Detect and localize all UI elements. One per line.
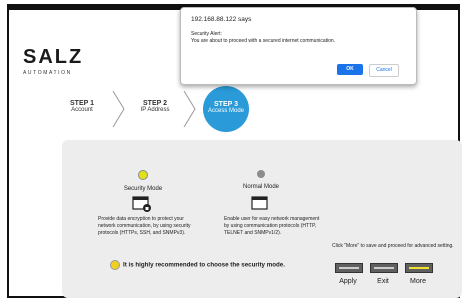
salz-logo: SALZ AUTOMATION (23, 47, 83, 76)
brand-tagline: AUTOMATION (23, 70, 72, 76)
step-3-active[interactable]: STEP 3 Access Mode (203, 86, 249, 132)
step-3-label: Access Mode (207, 108, 244, 114)
alert-origin: 192.168.88.122 says (191, 16, 252, 23)
more-hint: Click "More" to save and proceed for adv… (332, 243, 454, 249)
alert-title: Security Alert: (191, 31, 222, 37)
normal-mode-label: Normal Mode (242, 184, 279, 190)
window-icon (251, 196, 268, 210)
apply-button-indicator (339, 267, 359, 269)
exit-label[interactable]: Exit (363, 278, 403, 285)
normal-mode-radio[interactable] (257, 170, 265, 178)
security-alert-dialog: 192.168.88.122 says Security Alert: You … (180, 7, 417, 85)
more-button[interactable] (405, 263, 433, 273)
apply-label[interactable]: Apply (328, 278, 368, 285)
exit-button-indicator (374, 267, 394, 269)
ok-button[interactable]: OK (337, 64, 363, 75)
security-mode-label: Security Mode (123, 186, 163, 192)
more-button-indicator (409, 267, 429, 269)
step-1-title: STEP 1 (70, 100, 94, 107)
step-1[interactable]: STEP 1 Account (62, 100, 102, 113)
step-2[interactable]: STEP 2 IP Address (133, 100, 177, 113)
recommendation-note: It is highly recommended to choose the s… (110, 260, 285, 270)
recommendation-text: It is highly recommended to choose the s… (123, 261, 285, 269)
security-mode-description: Provide data encryption to protect your … (98, 216, 191, 236)
step-2-label: IP Address (140, 107, 170, 113)
more-label[interactable]: More (398, 278, 438, 285)
step-1-label: Account (71, 107, 93, 113)
step-2-title: STEP 2 (143, 100, 167, 107)
exit-button[interactable] (370, 263, 398, 273)
security-mode-radio[interactable] (138, 170, 148, 180)
apply-button[interactable] (335, 263, 363, 273)
alert-message: You are about to proceed with a secured … (191, 38, 336, 44)
step-separator-2 (183, 90, 196, 128)
step-3-title: STEP 3 (214, 101, 238, 108)
brand-name: SALZ (23, 46, 84, 68)
normal-mode-description: Enable user for easy network management … (224, 216, 320, 236)
lightbulb-icon (110, 260, 120, 270)
normal-mode-option[interactable]: Normal Mode (228, 170, 294, 190)
cancel-button[interactable]: Cancel (369, 64, 399, 77)
step-separator-1 (112, 90, 125, 128)
security-mode-option[interactable]: Security Mode (110, 170, 176, 192)
secure-window-icon (132, 196, 151, 212)
